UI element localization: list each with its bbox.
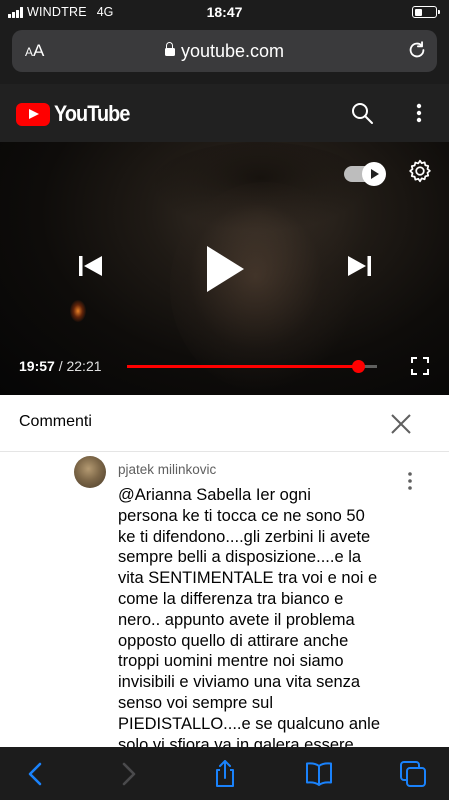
comment-line: persona ke ti tocca ce ne sono 50 xyxy=(118,506,365,525)
video-frame-light xyxy=(70,300,86,322)
comment-line: senso voi sempre sul xyxy=(118,693,273,712)
comment-text: @Arianna Sabella Ier ogni persona ke ti … xyxy=(118,485,393,747)
seek-bar-handle[interactable] xyxy=(351,360,365,373)
url-text: youtube.com xyxy=(180,41,285,61)
browser-toolbar xyxy=(0,747,449,800)
tabs-icon[interactable] xyxy=(398,759,428,789)
forward-icon[interactable] xyxy=(114,759,144,789)
seek-bar-played xyxy=(127,365,359,368)
share-icon[interactable] xyxy=(210,759,240,789)
comment-line: opposto quello di attirare anche xyxy=(118,631,349,650)
seek-bar[interactable] xyxy=(127,360,377,373)
total-time: 22:21 xyxy=(66,358,102,374)
comment-line: invisibili e viviamo una vita senza xyxy=(118,673,361,692)
battery-level xyxy=(414,8,422,16)
youtube-play-logo-icon xyxy=(16,102,50,126)
browser-address-area: AA youtube.com xyxy=(0,24,449,84)
comment-line: sempre belli a disposizione....e la xyxy=(118,548,362,567)
comment-line: PIEDISTALLO....e se qualcuno anle xyxy=(118,714,381,733)
search-icon[interactable] xyxy=(350,101,374,125)
youtube-logo[interactable]: YouTube xyxy=(16,101,138,127)
comment-line: vita SENTIMENTALE tra voi e noi e xyxy=(118,569,378,588)
lock-icon xyxy=(164,42,175,58)
current-time: 19:57 xyxy=(19,358,55,374)
youtube-header: YouTube xyxy=(0,84,449,142)
comment-line: solo vi sfiora va in galera essere xyxy=(118,735,354,747)
autoplay-play-icon xyxy=(362,162,386,186)
comment-more-options-icon[interactable] xyxy=(406,471,414,491)
play-icon[interactable] xyxy=(204,244,246,294)
reload-icon[interactable] xyxy=(406,39,428,61)
bookmarks-icon[interactable] xyxy=(304,759,334,789)
next-video-icon[interactable] xyxy=(346,254,374,278)
more-options-icon[interactable] xyxy=(411,101,427,125)
video-frame-subject xyxy=(170,182,360,392)
address-bar[interactable]: AA youtube.com xyxy=(12,30,437,72)
status-time: 18:47 xyxy=(206,4,243,20)
comment-line: come la differenza tra bianco e xyxy=(118,589,344,608)
time-separator: / xyxy=(58,358,63,374)
comments-panel: Commenti pjatek milinkovic @Arianna Sabe… xyxy=(0,395,449,747)
status-bar: WINDTRE 4G 18:47 xyxy=(0,0,449,24)
back-icon[interactable] xyxy=(20,759,50,789)
settings-gear-icon[interactable] xyxy=(407,158,433,184)
comments-title: Commenti xyxy=(19,413,92,430)
comment-author[interactable]: pjatek milinkovic xyxy=(118,462,216,477)
battery-icon xyxy=(412,6,440,18)
autoplay-toggle[interactable] xyxy=(344,162,386,186)
comment-line: @Arianna Sabella Ier ogni xyxy=(118,486,311,504)
close-icon[interactable] xyxy=(389,412,413,436)
previous-video-icon[interactable] xyxy=(76,254,104,278)
url-display[interactable]: youtube.com xyxy=(12,41,437,62)
fullscreen-icon[interactable] xyxy=(411,357,429,375)
video-player[interactable]: 19:57 / 22:21 xyxy=(0,142,449,395)
comment-line: troppi uomini mentre noi siamo xyxy=(118,652,344,671)
comments-header: Commenti xyxy=(0,395,449,452)
avatar[interactable] xyxy=(74,456,106,488)
video-time: 19:57 / 22:21 xyxy=(19,358,102,374)
comment-line: nero.. appunto avete il problema xyxy=(118,610,355,629)
youtube-wordmark: YouTube xyxy=(54,101,130,126)
comment-line: ke ti difendono....gli zerbini li avete xyxy=(118,527,371,546)
